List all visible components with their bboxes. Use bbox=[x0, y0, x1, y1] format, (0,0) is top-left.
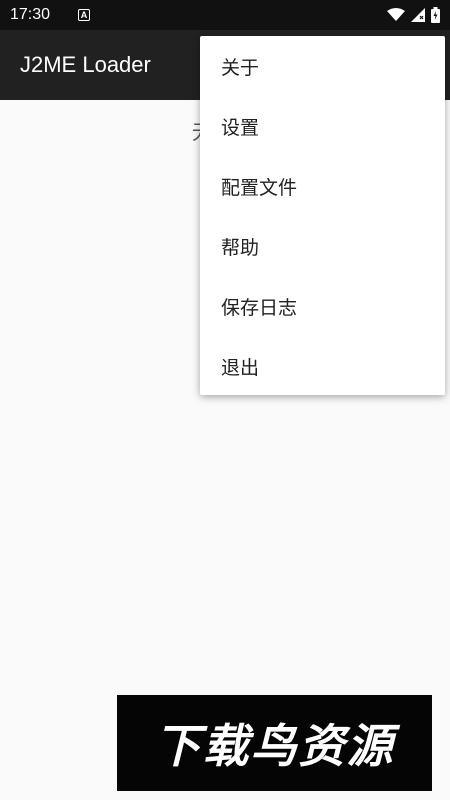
menu-item-save-log[interactable]: 保存日志 bbox=[200, 276, 445, 336]
menu-item-label: 设置 bbox=[221, 116, 260, 139]
status-time: 17:30 bbox=[10, 6, 51, 23]
status-icons bbox=[387, 7, 440, 23]
menu-item-label: 关于 bbox=[221, 56, 260, 79]
overflow-menu: 关于 设置 配置文件 帮助 保存日志 退出 bbox=[200, 36, 445, 395]
app-title: J2ME Loader bbox=[20, 52, 151, 77]
menu-item-about[interactable]: 关于 bbox=[200, 36, 445, 96]
menu-item-label: 保存日志 bbox=[221, 296, 298, 319]
watermark-text: 下载鸟资源 bbox=[154, 719, 395, 773]
menu-item-profiles[interactable]: 配置文件 bbox=[200, 156, 445, 216]
menu-item-settings[interactable]: 设置 bbox=[200, 96, 445, 156]
watermark-logo: 下载鸟资源 bbox=[117, 695, 432, 791]
menu-item-help[interactable]: 帮助 bbox=[200, 216, 445, 276]
menu-item-label: 配置文件 bbox=[221, 176, 298, 199]
menu-item-label: 帮助 bbox=[221, 236, 260, 259]
menu-item-exit[interactable]: 退出 bbox=[200, 336, 445, 396]
battery-icon bbox=[431, 7, 440, 23]
status-bar: 17:30 A bbox=[0, 0, 450, 30]
wifi-icon bbox=[387, 8, 405, 21]
signal-icon bbox=[411, 8, 425, 22]
notification-icon: A bbox=[78, 9, 91, 21]
menu-item-label: 退出 bbox=[221, 356, 260, 379]
